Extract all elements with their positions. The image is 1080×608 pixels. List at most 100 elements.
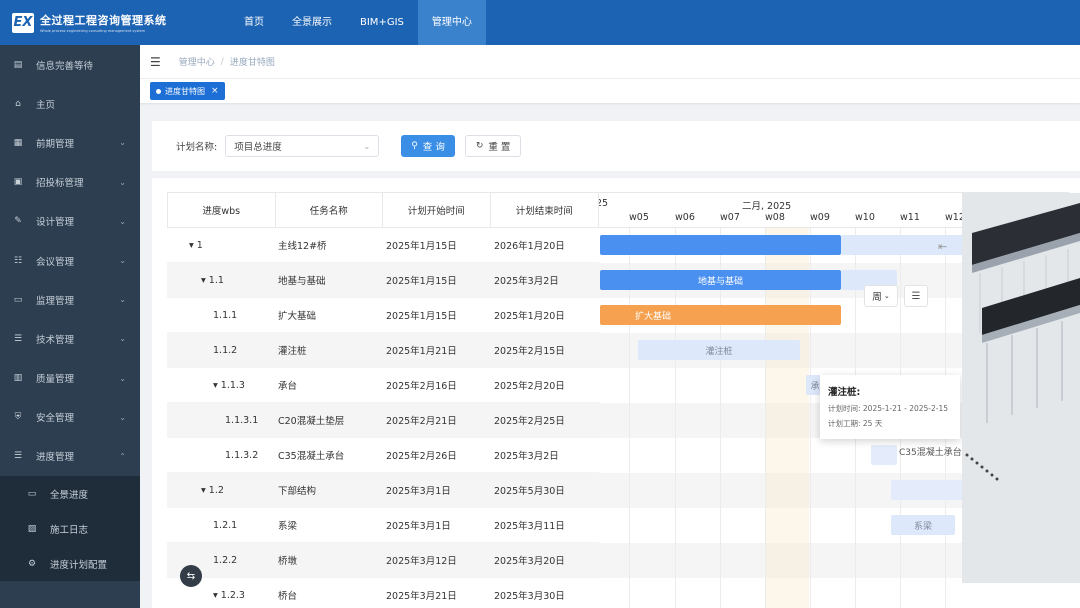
chevron-down-icon: ⌄ [119,256,126,266]
wbs-cell: ▾ 1.1 [201,274,224,286]
sidebar-item-technology[interactable]: ☰ 技术管理 ⌄ [0,319,140,358]
task-name-cell: 系梁 [278,521,298,532]
zoom-select[interactable]: 周 ⌄ [864,285,898,307]
end-date-cell: 2025年2月25日 [494,416,565,427]
sidebar-item-label: 进度管理 [36,452,75,464]
end-date-cell: 2025年3月30日 [494,591,565,602]
sidebar-item-info[interactable]: ▤ 信息完善等待 [0,45,140,84]
collapse-timeline-icon[interactable]: ⇤ [938,240,947,253]
top-header: EX 全过程工程咨询管理系统 Whole process engineering… [0,0,1080,45]
topnav-home[interactable]: 首页 [230,0,278,45]
close-icon[interactable]: × [211,86,219,96]
gantt-grid: 进度wbs 任务名称 计划开始时间 计划结束时间 ▾ 1 主线12#桥 2025年1… [167,192,599,608]
chevron-down-icon: ⌄ [883,292,890,300]
bim-model-view[interactable] [962,193,1080,583]
gantt-panel: 进度wbs 任务名称 计划开始时间 计划结束时间 ▾ 1 主线12#桥 2025年1… [152,178,1080,608]
list-icon: ☰ [911,290,921,302]
sidebar-item-meeting[interactable]: ☷ 会议管理 ⌄ [0,241,140,280]
query-button[interactable]: ⚲ 查 询 [401,135,455,157]
topnav-management-center[interactable]: 管理中心 [417,0,486,45]
select-value: 项目总进度 [234,142,282,153]
chevron-down-icon: ⌄ [119,216,126,226]
search-icon: ⚲ [411,141,418,151]
app-logo[interactable]: EX 全过程工程咨询管理系统 Whole process engineering… [0,12,200,33]
reset-button[interactable]: ↻ 重 置 [464,135,522,157]
table-row[interactable]: 1.2.2 桥墩 2025年3月12日 2025年3月20日 [167,543,599,578]
start-date-cell: 2025年2月21日 [386,416,457,427]
table-row[interactable]: 1.1.2 灌注桩 2025年1月21日 2025年2月15日 [167,333,599,368]
table-row[interactable]: ▾ 1.1.3 承台 2025年2月16日 2025年2月20日 [167,368,599,403]
folder-icon: ▣ [13,177,23,188]
task-bar-beam[interactable]: 系梁 [891,515,955,535]
table-row[interactable]: 1.1.3.2 C35混凝土承台 2025年2月26日 2025年3月2日 [167,438,599,473]
sidebar-item-construction-log[interactable]: ▨ 施工日志 [0,511,140,546]
wbs-cell: ▾ 1 [189,239,203,251]
sidebar-item-safety[interactable]: ⛨ 安全管理 ⌄ [0,398,140,437]
start-date-cell: 2025年3月12日 [386,556,457,567]
task-list-button[interactable]: ☰ [904,285,928,307]
tags-view: 进度甘特图 × [140,79,1080,103]
topnav-panorama[interactable]: 全景展示 [278,0,346,45]
wbs-cell: 1.1.2 [213,344,238,356]
task-name-cell: 地基与基础 [278,276,326,287]
sidebar-item-panorama-progress[interactable]: ▭ 全景进度 [0,476,140,511]
config-icon: ⚙ [27,558,37,569]
task-tooltip: 灌注桩: 计划时间: 2025-1-21 - 2025-2-15 计划工期: 2… [820,375,960,439]
table-row[interactable]: ▾ 1.2 下部结构 2025年3月1日 2025年5月30日 [167,473,599,508]
task-bar-expanded-foundation[interactable]: 扩大基础 [600,305,841,325]
table-row[interactable]: 1.1.3.1 C20混凝土垫层 2025年2月21日 2025年2月25日 [167,403,599,438]
table-row[interactable]: ▾ 1 主线12#桥 2025年1月15日 2026年1月20日 [167,228,599,263]
task-bar-pile[interactable]: 灌注桩 [638,340,800,360]
sidebar-item-supervision[interactable]: ▭ 监理管理 ⌄ [0,280,140,319]
sidebar-item-preliminary[interactable]: ▦ 前期管理 ⌄ [0,123,140,162]
reset-button-label: 重 置 [488,142,511,153]
breadcrumb-current: 进度甘特图 [229,58,275,68]
task-bar-substructure[interactable] [891,480,971,500]
sidebar-item-label: 信息完善等待 [36,60,94,72]
tab-gantt[interactable]: 进度甘特图 × [150,82,225,100]
task-bar-main-bridge[interactable] [600,235,841,255]
sidebar-item-label: 施工日志 [50,524,89,536]
breadcrumb-root[interactable]: 管理中心 [179,55,215,68]
column-header-task-name[interactable]: 任务名称 [276,193,383,227]
column-header-start[interactable]: 计划开始时间 [383,193,491,227]
chevron-down-icon: ⌄ [363,141,371,151]
column-header-wbs[interactable]: 进度wbs [168,193,276,227]
sidebar-item-label: 前期管理 [36,138,75,150]
plan-name-label: 计划名称: [176,142,218,153]
sidebar-item-quality[interactable]: ▥ 质量管理 ⌄ [0,359,140,398]
sidebar-item-home[interactable]: ⌂ 主页 [0,84,140,123]
task-name-cell: 桥墩 [278,556,298,567]
refresh-icon: ↻ [475,141,484,151]
table-row[interactable]: ▾ 1.1 地基与基础 2025年1月15日 2025年3月2日 [167,263,599,298]
sidebar-item-bidding[interactable]: ▣ 招投标管理 ⌄ [0,163,140,202]
app-title: 全过程工程咨询管理系统 [40,14,167,27]
plan-name-select[interactable]: 项目总进度 ⌄ [225,135,380,157]
column-header-end[interactable]: 计划结束时间 [491,193,599,227]
breadcrumb-bar: ☰ 管理中心 / 进度甘特图 [140,45,1080,79]
task-bar-c35[interactable] [871,445,897,465]
table-row[interactable]: ▾ 1.2.3 桥台 2025年3月21日 2025年3月30日 [167,578,599,608]
wbs-cell: 1.2.2 [213,554,238,566]
wbs-cell: ▾ 1.2 [201,484,224,496]
task-name-cell: 下部结构 [278,486,317,497]
sidebar-item-label: 全景进度 [50,489,89,501]
sidebar-item-design[interactable]: ✎ 设计管理 ⌄ [0,202,140,241]
wbs-cell: 1.1.3.2 [225,449,259,461]
menu-toggle-icon[interactable]: ☰ [150,55,161,69]
back-float-button[interactable]: ⇆ [180,565,202,587]
task-name-cell: 主线12#桥 [278,241,327,252]
sidebar-item-plan-config[interactable]: ⚙ 进度计划配置 [0,546,140,581]
topnav-bim-gis[interactable]: BIM+GIS [346,0,418,45]
task-bar-foundation[interactable]: 地基与基础 [600,270,841,290]
progress-icon: ☰ [13,451,23,462]
wbs-cell: 1.1.3.1 [225,414,259,426]
timeline-month: 二月, 2025 [742,201,792,212]
end-date-cell: 2025年3月2日 [494,451,559,462]
top-nav: 首页 全景展示 BIM+GIS 管理中心 [230,0,486,45]
table-row[interactable]: 1.2.1 系梁 2025年3月1日 2025年3月11日 [167,508,599,543]
end-date-cell: 2025年1月20日 [494,311,565,322]
table-row[interactable]: 1.1.1 扩大基础 2025年1月15日 2025年1月20日 [167,298,599,333]
sidebar-item-progress[interactable]: ☰ 进度管理 ⌃ [0,437,140,476]
task-name-cell: 扩大基础 [278,311,317,322]
